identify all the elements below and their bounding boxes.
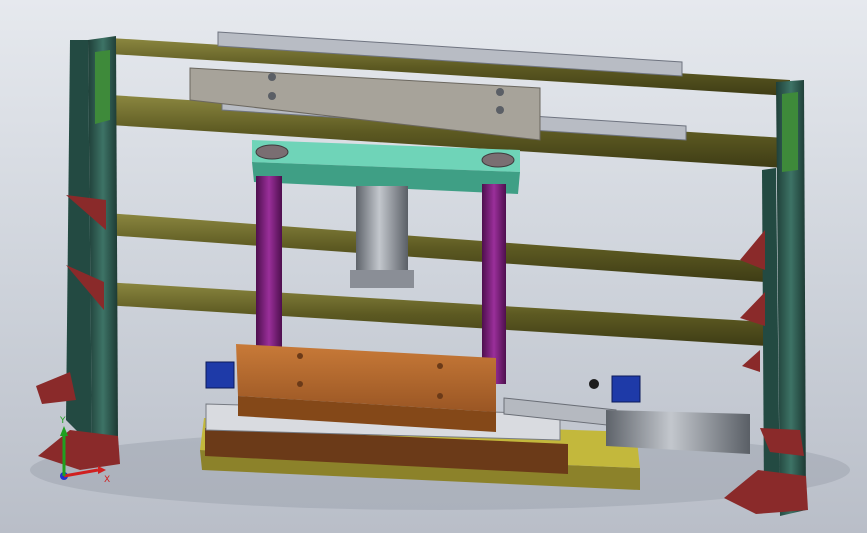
fitting-icon xyxy=(589,379,599,389)
valve-right[interactable] xyxy=(611,375,641,403)
hole-icon xyxy=(437,363,443,369)
right-post-bracket xyxy=(782,92,798,172)
gusset xyxy=(742,350,760,372)
x-axis-label: X xyxy=(104,475,110,485)
y-axis-label: Y xyxy=(59,416,66,426)
bolt-icon xyxy=(268,92,276,100)
left-post[interactable] xyxy=(36,36,120,470)
press-head[interactable] xyxy=(252,140,520,288)
bolt-icon xyxy=(496,88,504,96)
bushing-icon xyxy=(481,152,515,168)
guide-rod-right[interactable] xyxy=(482,184,506,384)
bolt-icon xyxy=(496,106,504,114)
press-cylinder[interactable] xyxy=(356,186,408,282)
middle-rail-upper[interactable] xyxy=(106,213,765,282)
cad-viewport[interactable]: X Y xyxy=(0,0,867,533)
valve-left[interactable] xyxy=(205,361,235,389)
left-post-bracket xyxy=(95,50,110,124)
middle-rail-lower[interactable] xyxy=(104,282,768,346)
hole-icon xyxy=(297,381,303,387)
cylinder-end-cap xyxy=(350,270,414,288)
middle-frame[interactable] xyxy=(104,213,768,346)
y-arrow-icon xyxy=(60,426,68,436)
left-foot-back xyxy=(36,372,76,404)
bolt-icon xyxy=(268,73,276,81)
bushing-icon xyxy=(255,144,289,160)
assembly-model[interactable]: X Y xyxy=(0,0,867,533)
hole-icon xyxy=(437,393,443,399)
hole-icon xyxy=(297,353,303,359)
